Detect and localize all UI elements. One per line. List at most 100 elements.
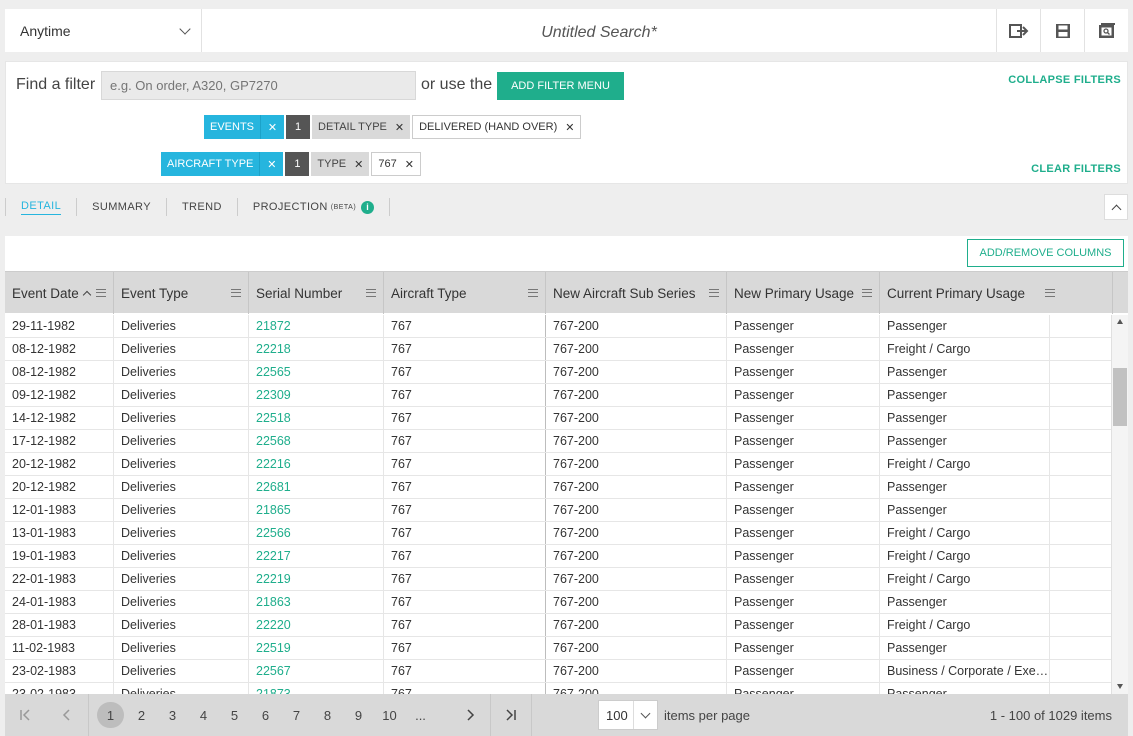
- first-page-button[interactable]: [5, 694, 45, 736]
- serial-number-link[interactable]: 22220: [249, 614, 384, 636]
- add-filter-menu-button[interactable]: ADD FILTER MENU: [497, 72, 624, 100]
- serial-number-link[interactable]: 22218: [249, 338, 384, 360]
- page-number-button[interactable]: 6: [250, 702, 281, 728]
- table-row[interactable]: 08-12-1982 Deliveries 22218 767 767-200 Passe…: [5, 338, 1111, 361]
- column-header-event-type[interactable]: Event Type: [114, 272, 249, 314]
- filter-category-chip[interactable]: AIRCRAFT TYPE: [161, 152, 260, 176]
- close-icon[interactable]: ✕: [395, 121, 404, 134]
- page-number-button[interactable]: 1: [97, 702, 124, 728]
- tab-summary[interactable]: SUMMARY: [77, 198, 167, 216]
- page-number-button[interactable]: 2: [126, 702, 157, 728]
- serial-number-link[interactable]: 22217: [249, 545, 384, 567]
- remove-category-icon[interactable]: ✕: [260, 115, 285, 139]
- close-icon[interactable]: ✕: [565, 121, 574, 134]
- tab-detail[interactable]: DETAIL: [5, 198, 78, 216]
- table-row[interactable]: 28-01-1983 Deliveries 22220 767 767-200 Passe…: [5, 614, 1111, 637]
- serial-number-link[interactable]: 22219: [249, 568, 384, 590]
- collapse-filters-link[interactable]: COLLAPSE FILTERS: [1008, 74, 1121, 86]
- serial-number-link[interactable]: 21872: [249, 315, 384, 337]
- export-button[interactable]: [996, 9, 1040, 52]
- page-size-select[interactable]: 100: [598, 700, 658, 730]
- page-number-button[interactable]: 7: [281, 702, 312, 728]
- table-row[interactable]: 14-12-1982 Deliveries 22518 767 767-200 Passe…: [5, 407, 1111, 430]
- scroll-down-icon[interactable]: [1117, 684, 1123, 689]
- filter-field-chip[interactable]: DETAIL TYPE ✕: [312, 115, 411, 139]
- table-row[interactable]: 29-11-1982 Deliveries 21872 767 767-200 Passe…: [5, 315, 1111, 338]
- close-icon[interactable]: ✕: [354, 158, 363, 171]
- page-number-button[interactable]: 9: [343, 702, 374, 728]
- serial-number-link[interactable]: 21863: [249, 591, 384, 613]
- serial-number-link[interactable]: 22568: [249, 430, 384, 452]
- table-cell: Passenger: [880, 683, 1050, 694]
- scroll-up-icon[interactable]: [1117, 319, 1123, 324]
- tab-projection[interactable]: PROJECTION (BETA) i: [238, 198, 391, 216]
- vertical-scrollbar[interactable]: [1111, 315, 1128, 694]
- filter-value-chip[interactable]: DELIVERED (HAND OVER) ✕: [412, 115, 582, 139]
- column-menu-icon[interactable]: [709, 289, 719, 297]
- clear-filters-link[interactable]: CLEAR FILTERS: [1031, 163, 1121, 175]
- more-pages-button[interactable]: ...: [405, 702, 436, 728]
- find-filter-input[interactable]: [101, 71, 416, 100]
- page-number-button[interactable]: 5: [219, 702, 250, 728]
- column-header-new-aircraft-sub-series[interactable]: New Aircraft Sub Series: [546, 272, 727, 314]
- table-row[interactable]: 24-01-1983 Deliveries 21863 767 767-200 Passe…: [5, 591, 1111, 614]
- next-page-button[interactable]: [450, 694, 490, 736]
- table-row[interactable]: 09-12-1982 Deliveries 22309 767 767-200 Passe…: [5, 384, 1111, 407]
- table-row[interactable]: 13-01-1983 Deliveries 22566 767 767-200 Passe…: [5, 522, 1111, 545]
- table-row[interactable]: 23-02-1983 Deliveries 21873 767 767-200 Passe…: [5, 683, 1111, 694]
- last-page-button[interactable]: [491, 694, 531, 736]
- serial-number-link[interactable]: 22519: [249, 637, 384, 659]
- info-icon[interactable]: i: [361, 200, 375, 214]
- beta-badge: (BETA): [330, 203, 357, 211]
- column-header-new-primary-usage[interactable]: New Primary Usage: [727, 272, 880, 314]
- add-remove-columns-button[interactable]: ADD/REMOVE COLUMNS: [967, 239, 1124, 267]
- serial-number-link[interactable]: 22565: [249, 361, 384, 383]
- serial-number-link[interactable]: 21865: [249, 499, 384, 521]
- table-row[interactable]: 17-12-1982 Deliveries 22568 767 767-200 Passe…: [5, 430, 1111, 453]
- page-number-button[interactable]: 4: [188, 702, 219, 728]
- table-row[interactable]: 20-12-1982 Deliveries 22681 767 767-200 Passe…: [5, 476, 1111, 499]
- page-number-button[interactable]: 3: [157, 702, 188, 728]
- serial-number-link[interactable]: 22567: [249, 660, 384, 682]
- filter-field-chip[interactable]: TYPE ✕: [311, 152, 370, 176]
- table-cell: 767-200: [546, 476, 727, 498]
- column-header-current-primary-usage[interactable]: Current Primary Usage: [880, 272, 1113, 314]
- page-number-button[interactable]: 10: [374, 702, 405, 728]
- filter-value-chip[interactable]: 767 ✕: [371, 152, 421, 176]
- column-menu-icon[interactable]: [1045, 289, 1056, 297]
- column-menu-icon[interactable]: [96, 289, 106, 297]
- serial-number-link[interactable]: 21873: [249, 683, 384, 694]
- serial-number-link[interactable]: 22309: [249, 384, 384, 406]
- page-number-button[interactable]: 8: [312, 702, 343, 728]
- filter-category-chip[interactable]: EVENTS: [204, 115, 261, 139]
- collapse-panel-button[interactable]: [1104, 194, 1128, 220]
- search-title[interactable]: Untitled Search*: [202, 9, 996, 52]
- serial-number-link[interactable]: 22216: [249, 453, 384, 475]
- column-menu-icon[interactable]: [528, 289, 538, 297]
- column-header-event-date[interactable]: Event Date: [5, 272, 114, 314]
- column-menu-icon[interactable]: [862, 289, 872, 297]
- column-header-serial-number[interactable]: Serial Number: [249, 272, 384, 314]
- column-header-aircraft-type[interactable]: Aircraft Type: [384, 272, 546, 314]
- previous-page-button[interactable]: [45, 694, 88, 736]
- table-row[interactable]: 11-02-1983 Deliveries 22519 767 767-200 Passe…: [5, 637, 1111, 660]
- serial-number-link[interactable]: 22681: [249, 476, 384, 498]
- table-row[interactable]: 23-02-1983 Deliveries 22567 767 767-200 Passe…: [5, 660, 1111, 683]
- column-menu-icon[interactable]: [231, 289, 241, 297]
- table-row[interactable]: 08-12-1982 Deliveries 22565 767 767-200 Passe…: [5, 361, 1111, 384]
- save-button[interactable]: [1040, 9, 1084, 52]
- scrollbar-thumb[interactable]: [1113, 368, 1127, 426]
- serial-number-link[interactable]: 22566: [249, 522, 384, 544]
- table-row[interactable]: 22-01-1983 Deliveries 22219 767 767-200 Passe…: [5, 568, 1111, 591]
- serial-number-link[interactable]: 22518: [249, 407, 384, 429]
- remove-category-icon[interactable]: ✕: [259, 152, 284, 176]
- table-row[interactable]: 20-12-1982 Deliveries 22216 767 767-200 Passe…: [5, 453, 1111, 476]
- table-row[interactable]: 19-01-1983 Deliveries 22217 767 767-200 Passe…: [5, 545, 1111, 568]
- table-cell: Passenger: [727, 522, 880, 544]
- time-range-select[interactable]: Anytime: [5, 9, 202, 52]
- column-menu-icon[interactable]: [366, 289, 376, 297]
- close-icon[interactable]: ✕: [405, 158, 414, 171]
- table-row[interactable]: 12-01-1983 Deliveries 21865 767 767-200 Passe…: [5, 499, 1111, 522]
- tab-trend[interactable]: TREND: [167, 198, 238, 216]
- saved-searches-button[interactable]: [1084, 9, 1128, 52]
